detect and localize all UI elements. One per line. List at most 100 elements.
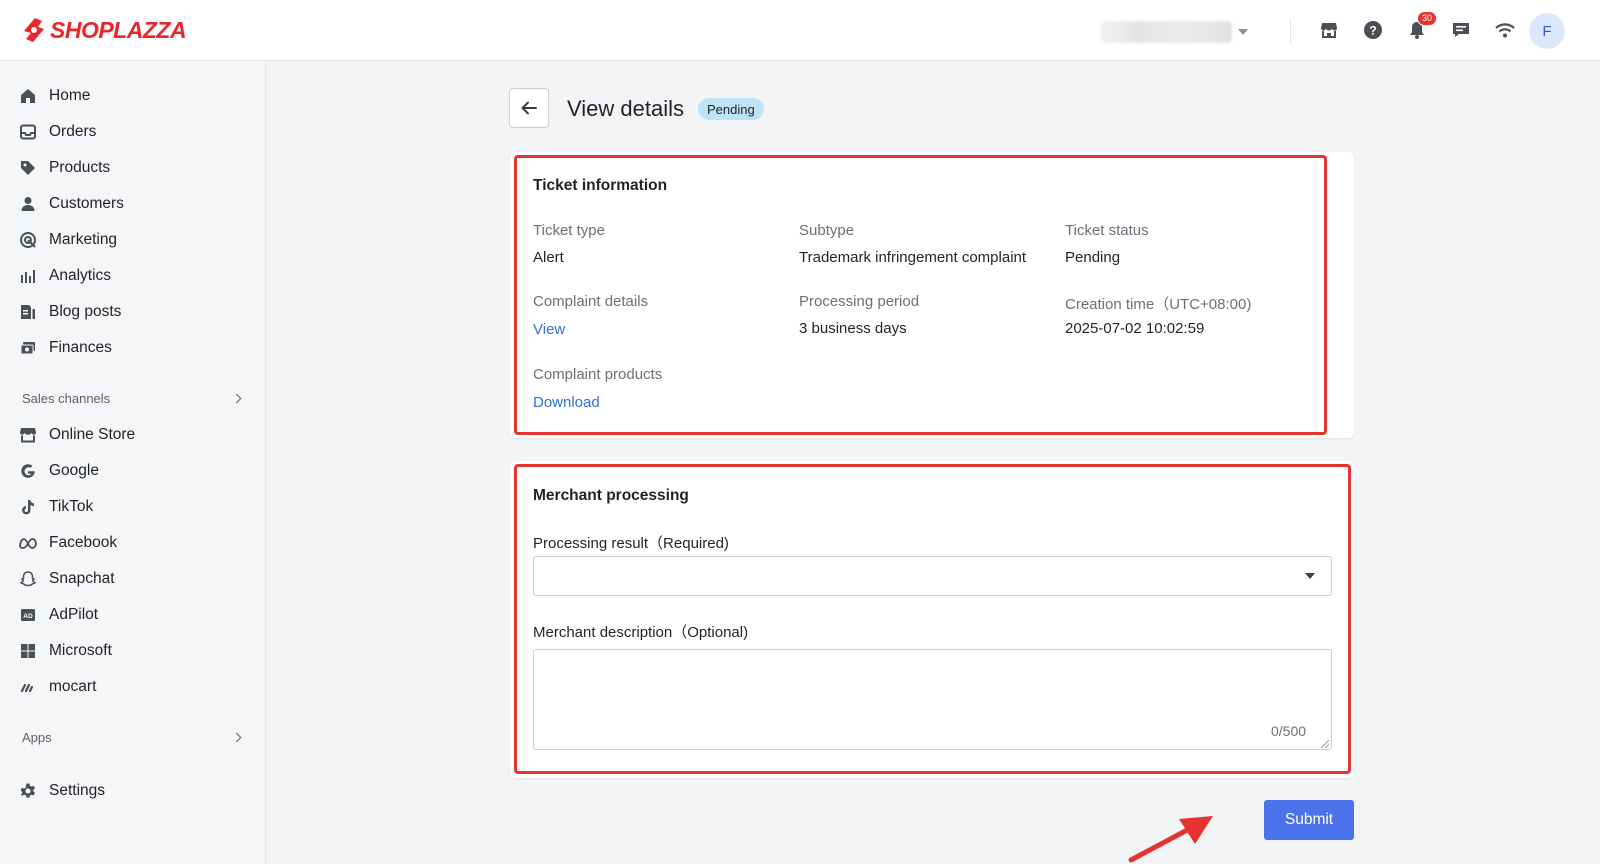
sidebar-item-label: Microsoft: [49, 642, 112, 659]
download-products-link[interactable]: Download: [533, 394, 600, 411]
brand-name: SHOPLAZZA: [50, 16, 187, 43]
creation-time-label: Creation time（UTC+08:00): [1065, 296, 1252, 313]
target-icon: [18, 230, 38, 250]
sidebar-item-products[interactable]: Products: [18, 154, 110, 182]
section-label: Apps: [22, 730, 52, 745]
sidebar-item-home[interactable]: Home: [18, 82, 90, 110]
help-icon[interactable]: ?: [1361, 18, 1385, 42]
google-icon: [18, 461, 38, 481]
page-title: View details: [567, 96, 684, 121]
notification-badge: 30: [1417, 11, 1438, 26]
sidebar-item-label: AdPilot: [49, 606, 99, 623]
divider: [1290, 18, 1291, 44]
sidebar-item-label: Analytics: [49, 267, 112, 284]
svg-text:?: ?: [1369, 24, 1376, 38]
ticket-status-value: Pending: [1065, 249, 1121, 266]
inbox-icon: [18, 122, 38, 142]
processing-result-label: Processing result（Required): [533, 535, 729, 552]
tiktok-icon: [18, 497, 38, 517]
ticket-status-label: Ticket status: [1065, 222, 1149, 239]
ticket-type-value: Alert: [533, 249, 564, 266]
sidebar-item-label: mocart: [49, 678, 97, 695]
sidebar-item-label: Products: [49, 159, 111, 176]
sidebar-item-marketing[interactable]: Marketing: [18, 226, 117, 254]
sidebar-item-label: Customers: [49, 195, 124, 212]
svg-text:AD: AD: [23, 613, 33, 620]
arrow-left-icon: [521, 101, 537, 115]
back-button[interactable]: [509, 88, 549, 128]
chat-icon[interactable]: [1449, 18, 1473, 42]
sales-channels-header[interactable]: Sales channels: [22, 391, 244, 406]
subtype-label: Subtype: [799, 222, 855, 239]
sidebar-item-adpilot[interactable]: AD AdPilot: [18, 601, 98, 629]
caret-down-icon: [1305, 573, 1315, 579]
meta-icon: [18, 533, 38, 553]
view-complaint-link[interactable]: View: [533, 321, 565, 338]
gear-icon: [18, 781, 38, 801]
apps-header[interactable]: Apps: [22, 730, 244, 745]
complaint-details-label: Complaint details: [533, 293, 649, 310]
bars-icon: [18, 266, 38, 286]
finance-icon: [18, 338, 38, 358]
annotation-arrow-icon: [1128, 816, 1213, 863]
processing-result-select[interactable]: [533, 556, 1332, 596]
store-selector[interactable]: [1100, 20, 1250, 44]
sidebar-item-analytics[interactable]: Analytics: [18, 262, 111, 290]
wifi-icon[interactable]: [1493, 18, 1517, 42]
sidebar-item-snapchat[interactable]: Snapchat: [18, 565, 115, 593]
tag-icon: [18, 158, 38, 178]
merchant-description-textarea[interactable]: [533, 649, 1332, 750]
sidebar-item-facebook[interactable]: Facebook: [18, 529, 117, 557]
shoplazza-logo-icon: [24, 18, 44, 42]
blog-icon: [18, 302, 38, 322]
sidebar-item-label: Home: [49, 87, 91, 104]
bell-icon[interactable]: 30: [1405, 11, 1438, 42]
chevron-down-icon: [1238, 29, 1248, 35]
sidebar-item-tiktok[interactable]: TikTok: [18, 493, 93, 521]
merchant-processing-title: Merchant processing: [533, 487, 689, 504]
sidebar-item-finances[interactable]: Finances: [18, 334, 112, 362]
sidebar-item-settings[interactable]: Settings: [18, 777, 105, 805]
sidebar-item-label: Google: [49, 462, 99, 479]
sidebar-item-label: Online Store: [49, 426, 136, 443]
ticket-type-label: Ticket type: [533, 222, 605, 239]
top-bar: SHOPLAZZA ? 30 F: [0, 0, 1600, 61]
avatar[interactable]: F: [1529, 13, 1565, 49]
sidebar-item-label: TikTok: [49, 498, 94, 515]
sidebar-item-blog-posts[interactable]: Blog posts: [18, 298, 121, 326]
chevron-right-icon: [231, 393, 242, 404]
sidebar-item-label: Marketing: [49, 231, 118, 248]
ticket-information-title: Ticket information: [533, 177, 668, 194]
store-name-redacted: [1100, 21, 1232, 43]
store-icon[interactable]: [1317, 18, 1341, 42]
processing-period-label: Processing period: [799, 293, 920, 310]
sidebar-item-label: Facebook: [49, 534, 118, 551]
creation-time-value: 2025-07-02 10:02:59: [1065, 320, 1205, 337]
microsoft-icon: [18, 641, 38, 661]
subtype-value: Trademark infringement complaint: [799, 249, 1027, 266]
sidebar-item-microsoft[interactable]: Microsoft: [18, 637, 112, 665]
sidebar-item-customers[interactable]: Customers: [18, 190, 124, 218]
sidebar: Home Orders Products Customers Marketing…: [0, 61, 266, 864]
sidebar-item-google[interactable]: Google: [18, 457, 99, 485]
sidebar-item-mocart[interactable]: mocart: [18, 673, 96, 701]
person-icon: [18, 194, 38, 214]
sidebar-item-label: Snapchat: [49, 570, 115, 587]
processing-period-value: 3 business days: [799, 320, 907, 337]
ad-icon: AD: [18, 605, 38, 625]
section-label: Sales channels: [22, 391, 111, 406]
complaint-products-label: Complaint products: [533, 366, 663, 383]
home-icon: [18, 86, 38, 106]
character-counter: 0/500: [1271, 723, 1307, 739]
status-badge: Pending: [698, 98, 764, 120]
shoplazza-logo[interactable]: SHOPLAZZA: [22, 16, 187, 44]
chevron-right-icon: [231, 732, 242, 743]
sidebar-item-label: Blog posts: [49, 303, 122, 320]
store-icon: [18, 425, 38, 445]
sidebar-item-label: Finances: [49, 339, 112, 356]
sidebar-item-label: Settings: [49, 782, 106, 799]
sidebar-item-orders[interactable]: Orders: [18, 118, 96, 146]
resize-handle-icon[interactable]: [1321, 740, 1329, 748]
submit-button[interactable]: Submit: [1264, 800, 1354, 840]
sidebar-item-online-store[interactable]: Online Store: [18, 421, 135, 449]
